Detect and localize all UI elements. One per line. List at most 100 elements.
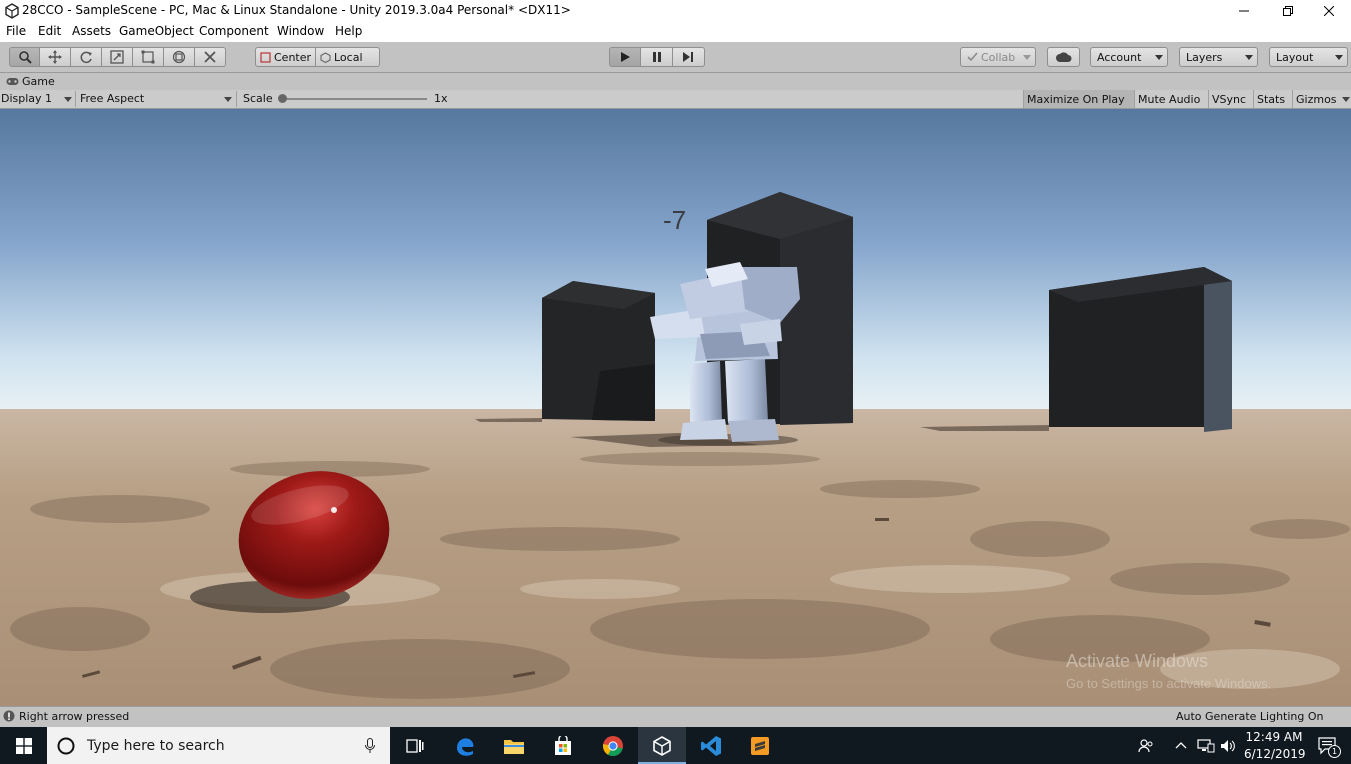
pivot-local-button[interactable]: Local bbox=[316, 47, 380, 67]
vsync-toggle[interactable]: VSync bbox=[1208, 90, 1253, 108]
people-icon[interactable] bbox=[1138, 738, 1154, 754]
pivot-center-button[interactable]: Center bbox=[255, 47, 316, 67]
network-icon[interactable] bbox=[1197, 739, 1215, 753]
game-tab-bar bbox=[0, 73, 1351, 90]
taskbar-store[interactable] bbox=[539, 727, 587, 764]
scale-label: Scale bbox=[243, 92, 273, 105]
maximize-on-play-label: Maximize On Play bbox=[1027, 92, 1125, 106]
cortana-icon bbox=[57, 737, 75, 755]
close-button[interactable] bbox=[1306, 0, 1351, 22]
menu-bar: File Edit Assets GameObject Component Wi… bbox=[0, 22, 1351, 42]
taskbar-search-box[interactable]: Type here to search bbox=[47, 727, 390, 764]
local-space-icon bbox=[320, 51, 331, 63]
maximize-on-play-toggle[interactable]: Maximize On Play bbox=[1023, 90, 1134, 108]
display-dropdown[interactable]: Display 1 bbox=[1, 92, 52, 105]
volume-icon[interactable] bbox=[1220, 739, 1236, 753]
clock-date[interactable]: 6/12/2019 bbox=[1244, 747, 1306, 761]
search-placeholder: Type here to search bbox=[87, 738, 225, 754]
account-dropdown[interactable]: Account bbox=[1090, 47, 1168, 67]
step-button[interactable] bbox=[673, 47, 705, 67]
scale-tool-icon bbox=[110, 50, 124, 64]
ball-highlight bbox=[331, 507, 337, 513]
chrome-icon bbox=[602, 735, 623, 756]
microphone-icon bbox=[365, 738, 375, 753]
transform-tools bbox=[9, 47, 226, 67]
custom-tool-button[interactable] bbox=[195, 47, 226, 67]
windows-logo-icon bbox=[15, 737, 32, 754]
chevron-up-icon[interactable] bbox=[1175, 741, 1187, 749]
windows-taskbar: Type here to search 12:49 AM 6/12/2019 1 bbox=[0, 727, 1351, 764]
menu-window[interactable]: Window bbox=[277, 24, 324, 38]
window-title: 28CCO - SampleScene - PC, Mac & Linux St… bbox=[22, 3, 571, 17]
transform-tool-button[interactable] bbox=[164, 47, 195, 67]
taskbar-chrome[interactable] bbox=[589, 727, 637, 764]
separator bbox=[236, 91, 237, 107]
tools-icon bbox=[204, 51, 216, 63]
taskbar-vscode[interactable] bbox=[687, 727, 735, 764]
game-viewport[interactable]: -7 Activate Windows Go to Settings to ac… bbox=[0, 109, 1351, 706]
gizmos-toggle[interactable]: Gizmos bbox=[1292, 90, 1342, 108]
scale-tool-button[interactable] bbox=[102, 47, 133, 67]
activate-windows-subtitle: Go to Settings to activate Windows. bbox=[1066, 676, 1271, 691]
chevron-down-icon bbox=[64, 97, 72, 102]
game-tab-label: Game bbox=[22, 75, 55, 88]
gamepad-icon bbox=[6, 78, 19, 85]
taskbar-sublime[interactable] bbox=[736, 727, 784, 764]
chevron-down-icon bbox=[1335, 55, 1343, 60]
aspect-dropdown[interactable]: Free Aspect bbox=[80, 92, 144, 105]
rotate-tool-button[interactable] bbox=[71, 47, 102, 67]
mute-audio-label: Mute Audio bbox=[1138, 92, 1201, 106]
collab-label: Collab bbox=[981, 50, 1016, 64]
stats-toggle[interactable]: Stats bbox=[1253, 90, 1292, 108]
separator bbox=[75, 91, 76, 107]
vscode-icon bbox=[701, 735, 721, 756]
move-tool-icon bbox=[48, 50, 62, 64]
menu-component[interactable]: Component bbox=[199, 24, 269, 38]
console-message[interactable]: Right arrow pressed bbox=[19, 710, 129, 723]
cloud-icon bbox=[1055, 52, 1071, 62]
right-block bbox=[1049, 267, 1232, 432]
play-icon bbox=[621, 52, 630, 62]
mute-audio-toggle[interactable]: Mute Audio bbox=[1134, 90, 1208, 108]
layout-dropdown[interactable]: Layout bbox=[1269, 47, 1348, 67]
pause-button[interactable] bbox=[641, 47, 673, 67]
game-view-controls: Display 1 Free Aspect Scale 1x Maximize … bbox=[0, 90, 1351, 109]
left-block bbox=[542, 281, 655, 421]
rect-tool-icon bbox=[141, 50, 155, 64]
layers-dropdown[interactable]: Layers bbox=[1179, 47, 1258, 67]
menu-gameobject[interactable]: GameObject bbox=[119, 24, 194, 38]
minimize-button[interactable] bbox=[1221, 0, 1267, 22]
layers-label: Layers bbox=[1186, 50, 1223, 64]
start-button[interactable] bbox=[0, 727, 47, 764]
layout-label: Layout bbox=[1276, 50, 1314, 64]
info-icon bbox=[3, 710, 15, 722]
rect-tool-button[interactable] bbox=[133, 47, 164, 67]
store-icon bbox=[555, 735, 571, 755]
tab-game[interactable]: Game bbox=[0, 73, 70, 90]
scale-slider-thumb[interactable] bbox=[278, 94, 287, 103]
transform-tool-icon bbox=[172, 50, 186, 64]
scale-slider-track[interactable] bbox=[282, 98, 427, 100]
collab-dropdown[interactable]: Collab bbox=[960, 47, 1036, 67]
title-bar: 28CCO - SampleScene - PC, Mac & Linux St… bbox=[0, 0, 1351, 22]
restore-button[interactable] bbox=[1265, 0, 1311, 22]
taskbar-unity[interactable] bbox=[638, 727, 686, 764]
scale-value: 1x bbox=[434, 92, 448, 105]
taskbar-file-explorer[interactable] bbox=[490, 727, 538, 764]
folder-icon bbox=[504, 739, 524, 754]
chevron-down-icon bbox=[1023, 55, 1031, 60]
menu-file[interactable]: File bbox=[6, 24, 26, 38]
action-center-button[interactable]: 1 bbox=[1318, 737, 1341, 758]
menu-help[interactable]: Help bbox=[335, 24, 362, 38]
chevron-down-icon bbox=[1245, 55, 1253, 60]
play-button[interactable] bbox=[609, 47, 641, 67]
clock-time[interactable]: 12:49 AM bbox=[1244, 730, 1304, 744]
menu-assets[interactable]: Assets bbox=[72, 24, 111, 38]
hand-tool-button[interactable] bbox=[9, 47, 40, 67]
taskbar-edge[interactable] bbox=[441, 727, 489, 764]
menu-edit[interactable]: Edit bbox=[38, 24, 61, 38]
cloud-button[interactable] bbox=[1047, 47, 1080, 67]
move-tool-button[interactable] bbox=[40, 47, 71, 67]
task-view-button[interactable] bbox=[391, 727, 439, 764]
notification-count-badge: 1 bbox=[1328, 745, 1341, 758]
